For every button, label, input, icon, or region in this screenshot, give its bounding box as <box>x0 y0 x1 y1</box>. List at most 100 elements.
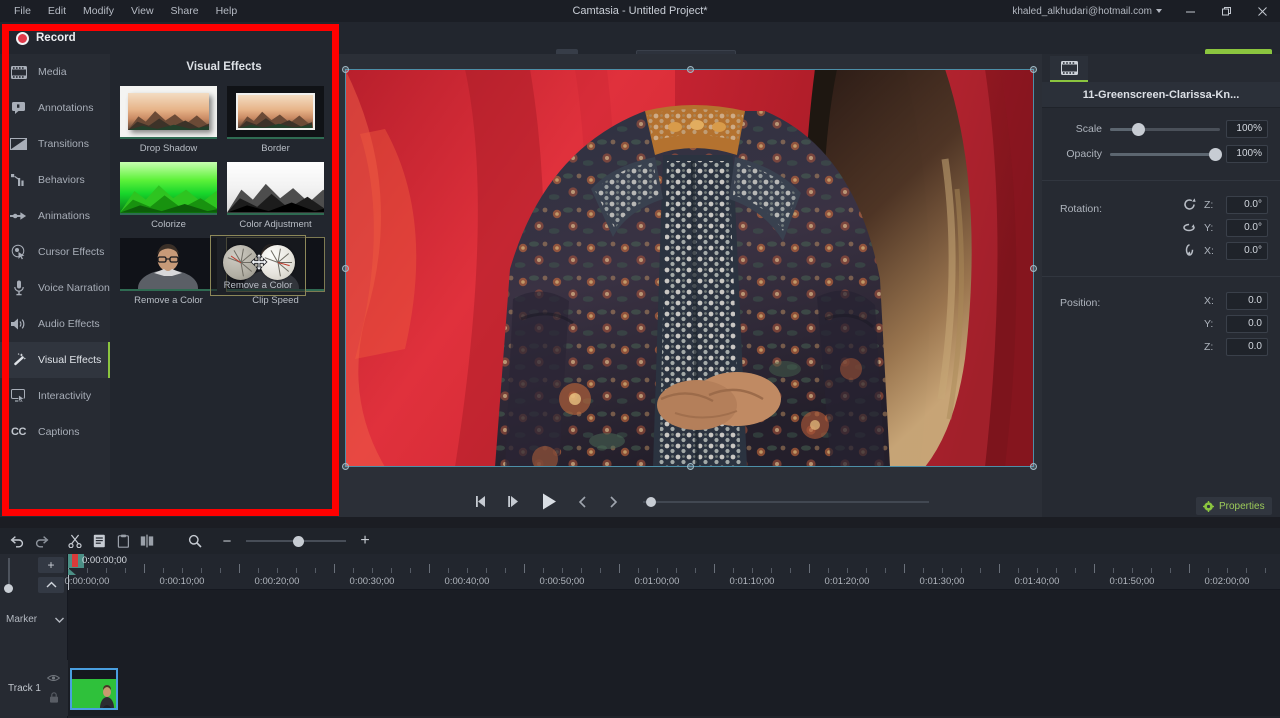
media-icon <box>1060 61 1078 75</box>
scale-thumb[interactable] <box>1131 122 1145 136</box>
effect-label: Drop Shadow <box>139 143 198 154</box>
play-button[interactable] <box>533 487 563 517</box>
effects-grid: Drop Shadow Border Colorize Color Adjust… <box>110 80 338 306</box>
effect-label: Color Adjustment <box>239 219 312 230</box>
rotation-z-value[interactable]: 0.0° <box>1226 195 1268 214</box>
effect-color-adjustment[interactable]: Color Adjustment <box>227 162 324 230</box>
sidebar-item-label: Voice Narration <box>38 282 110 294</box>
copy-button[interactable] <box>88 531 110 551</box>
menu-help[interactable]: Help <box>208 2 246 20</box>
sidebar-item-voice-narration[interactable]: Voice Narration <box>0 270 110 306</box>
split-button[interactable] <box>136 531 158 551</box>
position-y-value[interactable]: 0.0 <box>1226 314 1268 333</box>
sidebar-item-interactivity[interactable]: Interactivity <box>0 378 110 414</box>
menu-view[interactable]: View <box>123 2 162 20</box>
sidebar-item-transitions[interactable]: Transitions <box>0 126 110 162</box>
rotation-x-value[interactable]: 0.0° <box>1226 241 1268 260</box>
sidebar-item-audio-effects[interactable]: Audio Effects <box>0 306 110 342</box>
tab-media-properties[interactable] <box>1050 56 1088 82</box>
left-sidebar: Media Annotations Transitions Behaviors … <box>0 54 110 517</box>
track-row[interactable] <box>68 660 1280 716</box>
track-header-1[interactable]: Track 1 <box>0 660 68 716</box>
sidebar-item-media[interactable]: Media <box>0 54 110 90</box>
record-button[interactable]: Record <box>8 27 84 49</box>
sidebar-item-annotations[interactable]: Annotations <box>0 90 110 126</box>
ruler-label: 0:00:20;00 <box>254 576 300 587</box>
marker-dropdown[interactable]: Marker <box>6 614 65 625</box>
minimize-button[interactable] <box>1172 0 1208 22</box>
sidebar-item-label: Captions <box>38 426 80 438</box>
restore-button[interactable] <box>1208 0 1244 22</box>
timeline-zoom-in-button[interactable]: + <box>354 531 376 551</box>
opacity-value[interactable]: 100% <box>1226 144 1268 163</box>
position-z-row: Z: 0.0 <box>1054 335 1268 358</box>
timeline-ruler[interactable]: 0:00:00;00 0:00:10;00 0:00:20;00 0:00:30… <box>65 554 1280 590</box>
preview-scrubber-track[interactable] <box>643 501 929 503</box>
sidebar-item-captions[interactable]: CC Captions <box>0 414 110 450</box>
timeline-zoom-slider[interactable] <box>246 531 346 551</box>
menu-share[interactable]: Share <box>163 2 207 20</box>
preview-canvas-area[interactable] <box>338 54 1042 486</box>
ruler-label: 0:00:40;00 <box>444 576 490 587</box>
position-z-axis: Z: <box>1204 340 1214 353</box>
paste-button[interactable] <box>112 531 134 551</box>
sidebar-item-visual-effects[interactable]: Visual Effects <box>0 342 110 378</box>
sidebar-item-label: Annotations <box>38 102 94 114</box>
opacity-thumb[interactable] <box>1208 147 1222 161</box>
previous-button[interactable] <box>570 489 596 515</box>
undo-button[interactable] <box>6 531 28 551</box>
gear-icon <box>1203 500 1214 512</box>
rotation-z-axis: Z: <box>1204 198 1214 211</box>
cut-button[interactable] <box>64 531 86 551</box>
effect-remove-a-color[interactable]: Remove a Color <box>120 238 217 306</box>
account-email[interactable]: khaled_alkhudari@hotmail.com <box>1002 6 1156 17</box>
properties-button[interactable]: Properties <box>1196 497 1272 515</box>
timeline-zoom-thumb[interactable] <box>293 536 304 547</box>
rotation-y-axis: Y: <box>1204 221 1214 234</box>
properties-panel: 11-Greenscreen-Clarissa-Kn... Scale 100%… <box>1042 54 1280 517</box>
preview-scrubber-thumb[interactable] <box>646 497 656 507</box>
step-back-button[interactable] <box>469 489 495 515</box>
opacity-slider[interactable] <box>1110 145 1222 163</box>
position-x-axis: X: <box>1204 294 1214 307</box>
scale-slider[interactable] <box>1110 120 1220 138</box>
effect-thumbnail <box>120 162 217 215</box>
position-section: Position: X: 0.0 Y: 0.0 Z: 0.0 <box>1042 277 1280 373</box>
zoom-to-fit-button[interactable] <box>184 531 206 551</box>
close-button[interactable] <box>1244 0 1280 22</box>
sidebar-item-animations[interactable]: Animations <box>0 198 110 234</box>
ruler-label: 0:01:00;00 <box>634 576 680 587</box>
sidebar-item-label: Behaviors <box>38 174 85 186</box>
lock-icon[interactable] <box>49 692 59 706</box>
redo-button[interactable] <box>30 531 52 551</box>
menu-modify[interactable]: Modify <box>75 2 122 20</box>
timeline-zoom-out-button[interactable]: − <box>216 531 238 551</box>
collapse-marker-button[interactable] <box>38 577 64 593</box>
playhead-marker <box>72 554 78 567</box>
rotation-x-axis: X: <box>1204 244 1214 257</box>
playhead-time: 0:00:00;00 <box>82 555 127 566</box>
effect-colorize[interactable]: Colorize <box>120 162 217 230</box>
position-z-value[interactable]: 0.0 <box>1226 337 1268 356</box>
effect-border[interactable]: Border <box>227 86 324 154</box>
effect-clip-speed[interactable]: Clip Speed <box>226 237 325 306</box>
rotation-section: Rotation: Z: 0.0° Y: 0.0° X: 0.0° <box>1042 181 1280 277</box>
next-button[interactable] <box>600 489 626 515</box>
sidebar-item-behaviors[interactable]: Behaviors <box>0 162 110 198</box>
chevron-down-icon[interactable] <box>1156 9 1162 13</box>
step-forward-button[interactable] <box>501 489 527 515</box>
effect-drop-shadow[interactable]: Drop Shadow <box>120 86 217 154</box>
timeline-clip-greenscreen[interactable] <box>70 668 118 710</box>
marker-handle[interactable] <box>4 584 13 593</box>
rotation-y-value[interactable]: 0.0° <box>1226 218 1268 237</box>
menu-edit[interactable]: Edit <box>40 2 74 20</box>
eye-icon[interactable] <box>46 674 61 685</box>
menu-file[interactable]: File <box>6 2 39 20</box>
rotate-z-icon <box>1180 196 1198 214</box>
scale-value[interactable]: 100% <box>1226 119 1268 138</box>
sidebar-item-cursor-effects[interactable]: Cursor Effects <box>0 234 110 270</box>
add-marker-button[interactable]: + <box>38 557 64 573</box>
position-x-value[interactable]: 0.0 <box>1226 291 1268 310</box>
preview-image <box>345 69 1034 467</box>
timeline-tracks[interactable] <box>68 590 1280 718</box>
